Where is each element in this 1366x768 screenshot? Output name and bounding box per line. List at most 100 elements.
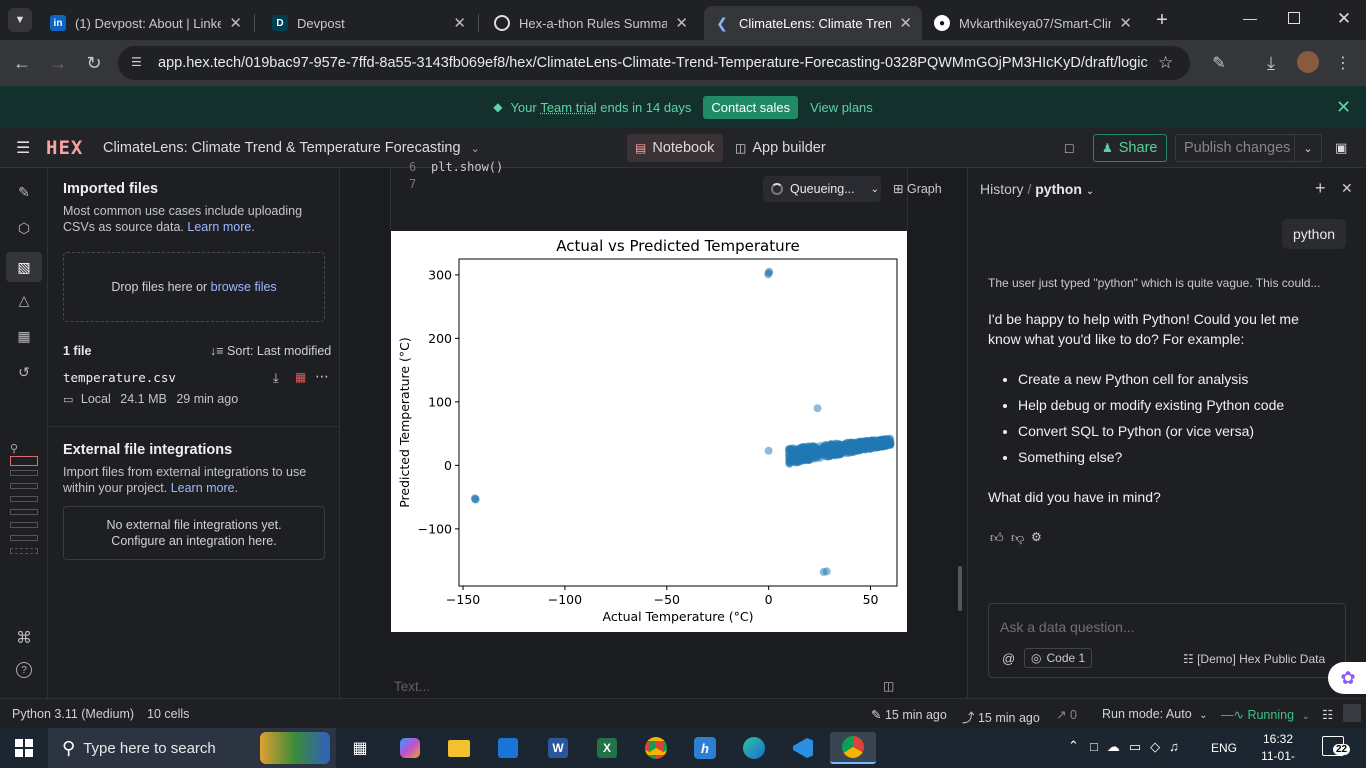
history-icon[interactable]: ↺ — [12, 360, 36, 384]
minimap[interactable] — [10, 456, 38, 566]
bookmark-star-icon[interactable]: ☆ — [1158, 53, 1173, 73]
external-learn-more-link[interactable]: Learn more — [171, 481, 235, 495]
outline-icon[interactable]: ✎ — [12, 180, 36, 204]
running-status[interactable]: —∿ Running ⌄ — [1221, 707, 1310, 722]
site-info-icon[interactable]: ☰ — [131, 55, 142, 69]
close-icon[interactable]: ✕ — [675, 14, 688, 32]
context-chip[interactable]: ◎ Code 1 — [1024, 648, 1093, 668]
graph-button[interactable]: ⊞ Graph — [893, 181, 942, 196]
chrome-icon[interactable] — [636, 732, 676, 764]
panel-toggle-icon[interactable] — [1343, 704, 1361, 722]
publish-changes-button[interactable]: Publish changes — [1175, 134, 1295, 162]
project-title[interactable]: ClimateLens: Climate Trend & Temperature… — [103, 134, 480, 162]
view-plans-link[interactable]: View plans — [810, 100, 873, 115]
close-icon[interactable]: ✕ — [229, 14, 242, 32]
sort-dropdown[interactable]: ↓≡ Sort: Last modified — [210, 344, 331, 358]
files-icon[interactable]: ▧ — [6, 252, 42, 282]
download-icon[interactable]: ⤓ — [1258, 50, 1284, 76]
model-selector[interactable]: python — [1035, 181, 1082, 197]
reload-button[interactable]: ↻ — [81, 50, 107, 76]
new-tab-button[interactable]: + — [1150, 8, 1174, 32]
calendar-icon[interactable]: ▦ — [12, 324, 36, 348]
avatar[interactable] — [1297, 51, 1319, 73]
tab-search-button[interactable]: ▼ — [8, 8, 32, 32]
chat-input-box[interactable]: Ask a data question... @ ◎ Code 1 ☷ [Dem… — [988, 603, 1346, 678]
history-breadcrumb[interactable]: History / python ⌄ — [980, 181, 1094, 197]
tab-devpost[interactable]: D Devpost ✕ — [262, 6, 476, 40]
vertical-scrollbar[interactable] — [958, 566, 962, 611]
browser-menu-icon[interactable]: ⋮ — [1330, 50, 1356, 76]
close-icon[interactable]: ✕ — [899, 14, 912, 32]
data-source-selector[interactable]: ☷ [Demo] Hex Public Data — [1183, 652, 1325, 666]
minimize-button[interactable]: — — [1240, 10, 1260, 30]
hackerrank-icon[interactable]: h — [685, 732, 725, 764]
file-drop-zone[interactable]: Drop files here or browse files — [63, 252, 325, 322]
mention-icon[interactable]: @ — [1002, 651, 1015, 666]
browse-files-link[interactable]: browse files — [211, 279, 277, 295]
components-icon[interactable]: △ — [12, 288, 36, 312]
tab-notebook[interactable]: ▤ Notebook — [627, 134, 723, 162]
chat-input[interactable]: Ask a data question... — [1000, 619, 1135, 635]
back-button[interactable]: ← — [9, 50, 35, 76]
close-window-button[interactable]: ✕ — [1334, 9, 1354, 29]
file-explorer-icon[interactable] — [439, 732, 479, 764]
file-row[interactable]: temperature.csv ⤓ ▦ ⋯ ▭ Local 24.1 MB 29… — [63, 368, 333, 410]
language-indicator[interactable]: ENG — [1211, 741, 1237, 755]
thumbs-down-icon[interactable]: 👎︎ — [1011, 530, 1024, 546]
more-options-icon[interactable]: ⋯ — [315, 368, 329, 385]
excel-icon[interactable]: X — [587, 732, 627, 764]
thumbs-up-icon[interactable]: 👍︎ — [990, 530, 1004, 546]
task-view-icon[interactable]: ▦ — [340, 732, 380, 764]
sidebar-toggle-icon[interactable]: ▣ — [1335, 134, 1347, 162]
close-banner-icon[interactable]: ✕ — [1336, 97, 1351, 118]
windows-start-icon[interactable] — [4, 732, 44, 764]
tray-icons[interactable]: □☁▭◇♫ — [1090, 739, 1188, 755]
hex-logo[interactable]: HEX — [46, 134, 83, 162]
last-edited[interactable]: ✎ 15 min ago — [871, 707, 947, 722]
last-run[interactable]: ⤴ 15 min ago — [962, 707, 1040, 726]
bug-report-icon[interactable]: ⚙ — [1031, 530, 1042, 544]
restore-button[interactable] — [1288, 12, 1300, 24]
word-icon[interactable]: W — [538, 732, 578, 764]
data-sources-icon[interactable]: ⬡ — [12, 216, 36, 240]
url-bar[interactable]: ☰ app.hex.tech/019bac97-957e-7ffd-8a55-3… — [118, 46, 1190, 80]
contact-sales-button[interactable]: Contact sales — [703, 95, 799, 119]
command-icon[interactable]: ⌘ — [12, 626, 36, 650]
vscode-icon[interactable] — [783, 732, 823, 764]
thinking-preview[interactable]: The user just typed "python" which is qu… — [988, 276, 1348, 290]
clock[interactable]: 16:32 11-01-2026 — [1248, 731, 1308, 768]
assistant-brain-button[interactable]: ✿ — [1328, 662, 1366, 694]
run-mode-selector[interactable]: Run mode: Auto ⌄ — [1102, 707, 1208, 721]
edge-icon[interactable] — [734, 732, 774, 764]
forward-button[interactable]: → — [45, 50, 71, 76]
delete-file-icon[interactable]: ▦ — [295, 370, 306, 384]
tab-hexathon-rules[interactable]: Hex-a-thon Rules Summary ✕ — [484, 6, 698, 40]
new-chat-icon[interactable]: + — [1315, 178, 1326, 199]
no-integrations-box[interactable]: No external file integrations yet. Confi… — [63, 506, 325, 560]
close-icon[interactable]: ✕ — [1119, 14, 1132, 32]
download-file-icon[interactable]: ⤓ — [273, 370, 279, 386]
expand-icon[interactable]: ◫ — [883, 679, 894, 693]
layout-toggle-icon[interactable]: ☷ — [1322, 707, 1333, 722]
search-icon[interactable]: ⚲ — [10, 442, 18, 455]
close-panel-icon[interactable]: ✕ — [1341, 180, 1353, 197]
extensions-icon[interactable]: ✎ — [1206, 50, 1232, 76]
outlook-icon[interactable] — [488, 732, 528, 764]
learn-more-link[interactable]: Learn more — [187, 220, 251, 234]
kernel-status[interactable]: Python 3.11 (Medium) — [12, 707, 134, 721]
copilot-icon[interactable] — [390, 732, 430, 764]
tab-linkedin[interactable]: in (1) Devpost: About | LinkedIn ✕ — [40, 6, 252, 40]
close-icon[interactable]: ✕ — [453, 14, 466, 32]
text-cell-placeholder[interactable]: Text... — [394, 679, 430, 694]
chrome-active-icon[interactable] — [830, 732, 876, 764]
publish-options-button[interactable]: ⌄ — [1294, 134, 1322, 162]
code-cell[interactable]: 6 plt.show() 7 Queueing... ⌄ ⊞ Graph — [390, 160, 942, 231]
queue-status-button[interactable]: Queueing... ⌄ — [763, 176, 881, 202]
taskbar-search-box[interactable]: ⚲ Type here to search — [48, 728, 336, 768]
show-hidden-icons[interactable]: ⌃ — [1068, 738, 1079, 754]
tab-app-builder[interactable]: ◫ App builder — [735, 134, 826, 162]
tab-github[interactable]: ● Mvkarthikeya07/Smart-Climate ✕ — [924, 6, 1142, 40]
share-button[interactable]: ♟ Share — [1093, 134, 1167, 162]
hamburger-menu-icon[interactable]: ☰ — [16, 134, 30, 162]
help-icon[interactable]: ? — [16, 662, 32, 678]
